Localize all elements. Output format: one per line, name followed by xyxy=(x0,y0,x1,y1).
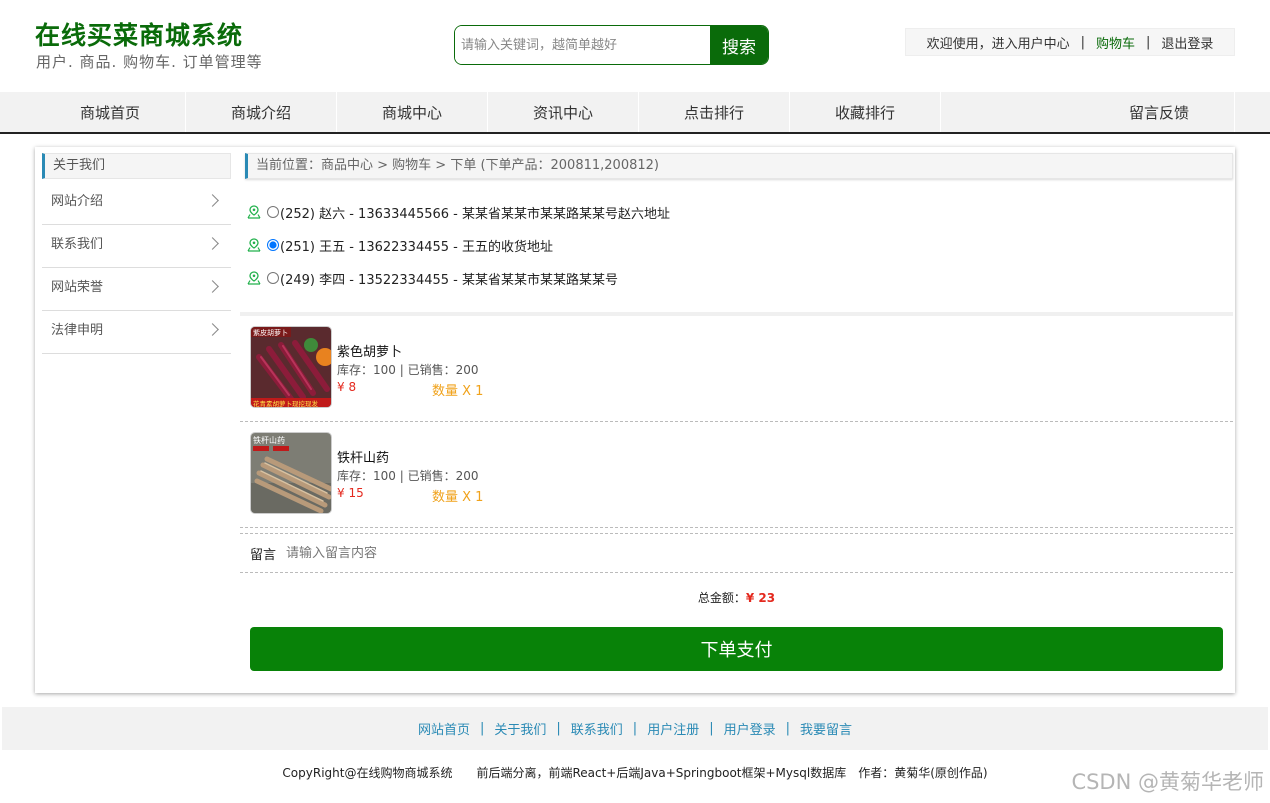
divider: | xyxy=(785,721,790,736)
nav-item-mall[interactable]: 商城中心 xyxy=(337,92,488,132)
address-text: (249) 李四 - 13522334455 - 某某省某某市某某路某某号 xyxy=(280,272,618,288)
watermark: CSDN @黄菊华老师 xyxy=(1071,770,1264,794)
sidebar: 网站介绍 联系我们 网站荣誉 法律申明 xyxy=(42,182,231,354)
chevron-right-icon xyxy=(206,280,219,293)
order-total: 总金额：¥ 23 xyxy=(240,589,1233,606)
location-pin-icon xyxy=(247,205,261,219)
divider: | xyxy=(1080,34,1085,50)
image-caption-top: 铁杆山药 xyxy=(253,435,285,445)
address-text: (251) 王五 - 13622334455 - 王五的收货地址 xyxy=(280,239,553,255)
address-text: (252) 赵六 - 13633445566 - 某某省某某市某某路某某号赵六地… xyxy=(280,206,670,222)
image-caption-bottom: 花青素胡萝卜现挖现发 xyxy=(253,399,319,408)
breadcrumb: 当前位置：商品中心 > 购物车 > 下单 (下单产品：200811,200812… xyxy=(245,153,1233,179)
nav-item-feedback[interactable]: 留言反馈 xyxy=(1084,92,1235,132)
sidebar-item-contact[interactable]: 联系我们 xyxy=(42,225,231,268)
order-item: 铁杆山药 铁杆山药 库存：100 | 已销售：200 ¥ 15 数量 X 1 xyxy=(240,422,1233,528)
product-image[interactable]: 铁杆山药 xyxy=(250,432,332,514)
total-amount: ¥ 23 xyxy=(745,591,776,605)
order-item: 紫皮胡萝卜 花青素胡萝卜现挖现发 紫色胡萝卜 库存：100 | 已销售：200 … xyxy=(240,316,1233,422)
nav-item-click-rank[interactable]: 点击排行 xyxy=(639,92,790,132)
location-pin-icon xyxy=(247,271,261,285)
logout-link[interactable]: 退出登录 xyxy=(1161,33,1213,52)
address-radio[interactable] xyxy=(267,239,279,251)
footer-link-message[interactable]: 我要留言 xyxy=(800,719,852,738)
user-center-link[interactable]: 欢迎使用，进入用户中心 xyxy=(927,33,1070,52)
address-radio[interactable] xyxy=(267,206,279,218)
divider: | xyxy=(479,721,485,736)
nav-item-about[interactable]: 商城介绍 xyxy=(186,92,337,132)
address-radio[interactable] xyxy=(267,272,279,284)
cart-link[interactable]: 购物车 xyxy=(1096,33,1135,52)
site-subtitle: 用户. 商品. 购物车. 订单管理等 xyxy=(36,53,263,71)
sidebar-title: 关于我们 xyxy=(42,153,231,179)
footer-link-about[interactable]: 关于我们 xyxy=(494,719,546,738)
nav-item-home[interactable]: 商城首页 xyxy=(35,92,186,132)
divider: | xyxy=(556,721,561,736)
footer-link-register[interactable]: 用户注册 xyxy=(647,719,699,738)
product-quantity: 数量 X 1 xyxy=(432,490,484,505)
divider: | xyxy=(709,721,714,736)
header: 在线买菜商城系统 用户. 商品. 购物车. 订单管理等 搜索 欢迎使用，进入用户… xyxy=(0,0,1270,92)
sidebar-item-label: 法律申明 xyxy=(51,323,104,338)
sidebar-item-legal[interactable]: 法律申明 xyxy=(42,311,231,354)
main-nav: 商城首页 商城介绍 商城中心 资讯中心 点击排行 收藏排行 留言反馈 xyxy=(0,92,1270,134)
main-panel: 关于我们 网站介绍 联系我们 网站荣誉 法律申明 当前位置：商品中心 > 购物车… xyxy=(35,147,1235,693)
footer-link-contact[interactable]: 联系我们 xyxy=(571,719,623,738)
total-label: 总金额： xyxy=(697,591,746,605)
footer-link-home[interactable]: 网站首页 xyxy=(418,719,470,738)
search-bar: 搜索 xyxy=(454,25,769,65)
product-quantity: 数量 X 1 xyxy=(432,384,484,399)
product-price: ¥ 8 xyxy=(337,380,357,394)
search-input[interactable] xyxy=(455,26,710,64)
chevron-right-icon xyxy=(206,323,219,336)
footer-nav: 网站首页 | 关于我们 | 联系我们 | 用户注册 | 用户登录 | 我要留言 xyxy=(2,707,1268,750)
note-row: 留言 xyxy=(240,533,1233,573)
site-title: 在线买菜商城系统 xyxy=(35,21,244,50)
address-option[interactable]: (249) 李四 - 13522334455 - 某某省某某市某某路某某号 xyxy=(247,267,618,289)
location-pin-icon xyxy=(247,238,261,252)
address-option[interactable]: (252) 赵六 - 13633445566 - 某某省某某市某某路某某号赵六地… xyxy=(247,201,670,223)
product-image[interactable]: 紫皮胡萝卜 花青素胡萝卜现挖现发 xyxy=(250,326,332,408)
product-name[interactable]: 紫色胡萝卜 xyxy=(337,341,402,360)
divider: | xyxy=(1146,34,1151,50)
chevron-right-icon xyxy=(206,237,219,250)
sidebar-item-honor[interactable]: 网站荣誉 xyxy=(42,268,231,311)
sidebar-item-intro[interactable]: 网站介绍 xyxy=(42,182,231,225)
footer-link-login[interactable]: 用户登录 xyxy=(724,719,776,738)
address-option[interactable]: (251) 王五 - 13622334455 - 王五的收货地址 xyxy=(247,234,553,256)
note-label: 留言 xyxy=(250,547,277,563)
user-bar: 欢迎使用，进入用户中心 | 购物车 | 退出登录 xyxy=(905,28,1235,56)
product-stock: 库存：100 | 已销售：200 xyxy=(337,469,479,483)
nav-item-fav-rank[interactable]: 收藏排行 xyxy=(790,92,941,132)
image-caption-top: 紫皮胡萝卜 xyxy=(253,328,288,337)
product-price: ¥ 15 xyxy=(337,486,364,500)
divider: | xyxy=(632,721,638,736)
nav-item-news[interactable]: 资讯中心 xyxy=(488,92,639,132)
sidebar-item-label: 网站荣誉 xyxy=(51,280,104,295)
chevron-right-icon xyxy=(206,194,219,207)
search-button[interactable]: 搜索 xyxy=(710,26,768,64)
place-order-button[interactable]: 下单支付 xyxy=(250,627,1223,671)
sidebar-item-label: 联系我们 xyxy=(51,237,104,252)
sidebar-item-label: 网站介绍 xyxy=(51,194,104,209)
note-input[interactable] xyxy=(286,545,887,561)
product-stock: 库存：100 | 已销售：200 xyxy=(337,363,479,377)
product-name[interactable]: 铁杆山药 xyxy=(337,447,389,466)
